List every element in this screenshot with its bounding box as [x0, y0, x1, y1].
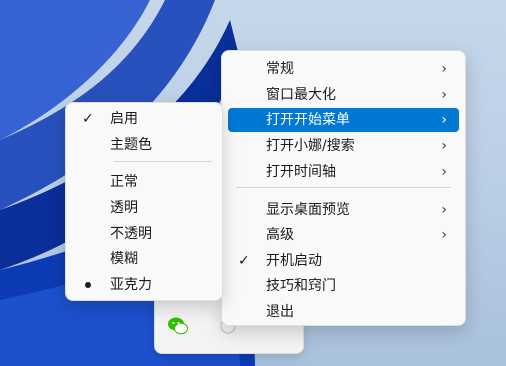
submenu-item-opaque[interactable]: 不透明: [72, 222, 216, 246]
menu-item-open-timeline[interactable]: 打开时间轴 ›: [228, 160, 459, 184]
checkmark-icon: ✓: [238, 253, 250, 269]
menu-item-label: 显示桌面预览: [266, 202, 350, 218]
submenu-item-blur[interactable]: 模糊: [72, 247, 216, 271]
menu-item-advanced[interactable]: 高级 ›: [228, 223, 459, 247]
checkmark-icon: ✓: [82, 111, 94, 127]
wechat-icon[interactable]: [167, 315, 189, 337]
submenu-item-normal[interactable]: 正常: [72, 170, 216, 194]
chevron-right-icon: ›: [441, 227, 447, 243]
menu-item-label: 常规: [266, 61, 294, 77]
chevron-right-icon: ›: [441, 112, 447, 128]
menu-item-label: 高级: [266, 227, 294, 243]
menu-item-tips-and-tricks[interactable]: 技巧和窍门: [228, 274, 459, 298]
menu-item-label: 启用: [110, 111, 138, 127]
chevron-right-icon: ›: [441, 138, 447, 154]
menu-separator: [114, 161, 212, 162]
menu-item-show-desktop-preview[interactable]: 显示桌面预览 ›: [228, 198, 459, 222]
submenu-item-transparent[interactable]: 透明: [72, 196, 216, 220]
menu-item-label: 打开时间轴: [266, 164, 336, 180]
menu-item-label: 亚克力: [110, 277, 152, 293]
submenu-item-enable[interactable]: ✓ 启用: [72, 107, 216, 131]
menu-item-window-maximize[interactable]: 窗口最大化 ›: [228, 83, 459, 107]
chevron-right-icon: ›: [441, 164, 447, 180]
menu-separator: [236, 187, 451, 188]
start-menu-submenu: ✓ 启用主题色正常透明不透明模糊亚克力: [65, 102, 223, 301]
tray-context-menu: 常规 › 窗口最大化 › 打开开始菜单 › 打开小娜/搜索 › 打开时间轴 › 显示桌面预览 › 高级 ›…: [221, 50, 466, 326]
menu-item-label: 技巧和窍门: [266, 278, 336, 294]
menu-item-launch-at-startup[interactable]: ✓ 开机启动: [228, 249, 459, 273]
submenu-item-theme-color[interactable]: 主题色: [72, 133, 216, 157]
chevron-right-icon: ›: [441, 202, 447, 218]
menu-item-label: 退出: [266, 304, 294, 320]
menu-item-label: 打开开始菜单: [266, 112, 350, 128]
submenu-item-acrylic[interactable]: 亚克力: [72, 273, 216, 297]
menu-item-label: 打开小娜/搜索: [266, 138, 355, 154]
menu-item-label: 模糊: [110, 251, 138, 267]
menu-item-label: 透明: [110, 200, 138, 216]
menu-item-label: 开机启动: [266, 253, 322, 269]
chevron-right-icon: ›: [441, 87, 447, 103]
menu-item-label: 正常: [110, 174, 138, 190]
menu-item-open-cortana-search[interactable]: 打开小娜/搜索 ›: [228, 134, 459, 158]
menu-item-label: 主题色: [110, 137, 152, 153]
menu-item-label: 不透明: [110, 226, 152, 242]
menu-item-label: 窗口最大化: [266, 87, 336, 103]
chevron-right-icon: ›: [441, 61, 447, 77]
menu-item-exit[interactable]: 退出: [228, 300, 459, 324]
menu-item-general[interactable]: 常规 ›: [228, 57, 459, 81]
radio-dot-icon: [85, 282, 91, 288]
menu-item-open-start-menu[interactable]: 打开开始菜单 ›: [228, 108, 459, 132]
